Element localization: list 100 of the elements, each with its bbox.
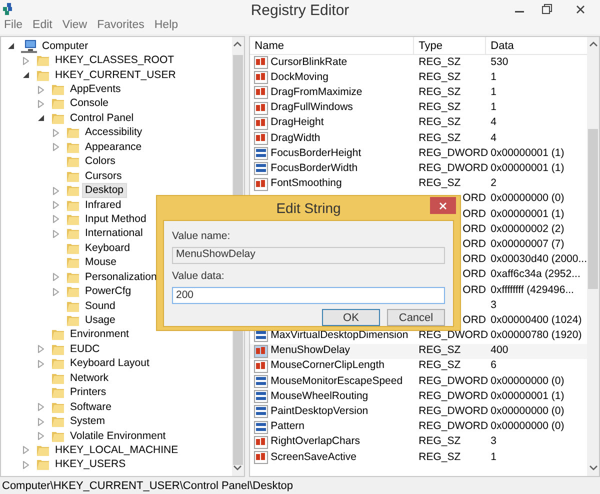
table-cell: 0x00000007 (7) (490, 238, 564, 250)
tree-item[interactable]: Console (67, 96, 112, 112)
expand-arrow-icon[interactable] (38, 345, 44, 354)
value-row[interactable]: FocusBorderHeight REG_DWORD 0x00000001 (1) (250, 146, 587, 162)
tree-item[interactable]: System (67, 414, 108, 430)
tree-item[interactable]: HKEY_USERS (52, 457, 129, 472)
expand-arrow-icon[interactable] (53, 128, 59, 137)
value-row[interactable]: FontSmoothing REG_SZ 2 (250, 176, 587, 192)
tree-item[interactable]: Control Panel (67, 110, 137, 126)
table-cell: REG_DWORD (418, 390, 488, 402)
tree-item[interactable]: Network (67, 370, 112, 386)
folder-icon (36, 54, 50, 68)
tree-item[interactable]: Colors (82, 154, 118, 170)
column-header[interactable]: Type (414, 37, 486, 54)
expand-arrow-icon[interactable] (53, 273, 59, 282)
table-cell: ORD (462, 192, 486, 204)
tree-item[interactable]: Sound (82, 298, 118, 314)
table-cell: ORD (462, 238, 486, 250)
dialog-button[interactable]: Cancel (387, 308, 445, 326)
tree-item[interactable]: Computer (39, 38, 92, 54)
tree-item[interactable]: International (82, 226, 146, 242)
column-header[interactable]: Data (486, 37, 587, 54)
tree-item[interactable]: Usage (82, 313, 118, 328)
tree-item[interactable]: Mouse (82, 255, 120, 270)
expand-arrow-icon[interactable] (53, 201, 59, 210)
value-row[interactable]: DragHeight REG_SZ 4 (250, 116, 587, 131)
expand-arrow-icon[interactable] (38, 403, 44, 412)
tree-item[interactable]: AppEvents (67, 82, 124, 98)
folder-icon (51, 83, 65, 96)
value-row[interactable]: ScreenSaveActive REG_SZ 1 (250, 450, 587, 466)
tree-item[interactable]: Desktop (82, 183, 127, 198)
scrollbar-thumb[interactable] (588, 129, 598, 289)
value-row[interactable]: PaintDesktopVersion REG_DWORD 0x00000000 (0) (250, 404, 587, 420)
expand-arrow-icon[interactable] (53, 186, 59, 195)
expand-arrow-icon[interactable] (38, 360, 44, 368)
tree-item[interactable]: Personalization (82, 270, 160, 285)
tree-item[interactable]: EUDC (67, 342, 103, 357)
menu-item[interactable]: Favorites (97, 17, 144, 35)
value-row[interactable]: DragFullWindows REG_SZ 1 (250, 100, 587, 116)
tree-item[interactable]: Input Method (82, 212, 150, 227)
value-row[interactable]: Pattern REG_DWORD 0x00000000 (0) (250, 420, 587, 435)
minimize-icon (515, 11, 524, 13)
table-cell-text: DragFromMaximize (270, 85, 362, 100)
tree-item[interactable]: Accessibility (82, 125, 146, 140)
tree-item[interactable]: Infrared (82, 198, 124, 213)
table-cell: 1 (490, 70, 496, 83)
tree-item[interactable]: Keyboard (82, 240, 133, 256)
menu-item[interactable]: Edit (32, 17, 52, 35)
tree-item[interactable]: Software (67, 400, 114, 415)
tree-item[interactable]: HKEY_CURRENT_USER (52, 68, 179, 83)
scrollbar[interactable] (587, 37, 599, 476)
menu-item[interactable]: File (4, 17, 23, 35)
table-cell: REG_DWORD (418, 146, 488, 159)
expand-arrow-icon[interactable] (23, 446, 29, 454)
computer-icon (21, 39, 37, 54)
value-row[interactable]: DockMoving REG_SZ 1 (250, 70, 587, 86)
collapse-arrow-icon[interactable] (8, 43, 14, 50)
tree-item[interactable]: Appearance (82, 140, 145, 155)
collapse-arrow-icon[interactable] (38, 115, 44, 122)
value-row[interactable]: CursorBlinkRate REG_SZ 530 (250, 55, 587, 70)
expand-arrow-icon[interactable] (38, 418, 44, 426)
value-row[interactable]: DragFromMaximize REG_SZ 1 (250, 85, 587, 101)
dialog-button[interactable]: OK (322, 308, 380, 326)
menu-item[interactable]: View (62, 17, 88, 35)
folder-icon (51, 328, 65, 342)
value-row[interactable]: MouseMonitorEscapeSpeed REG_DWORD 0x00000000 (0) (250, 374, 587, 390)
expand-arrow-icon[interactable] (38, 432, 44, 440)
close-button[interactable] (430, 197, 456, 214)
expand-arrow-icon[interactable] (53, 143, 59, 152)
tree-item[interactable]: HKEY_LOCAL_MACHINE (52, 442, 182, 458)
value-row[interactable]: DragWidth REG_SZ 4 (250, 130, 587, 146)
table-cell: 0x00000000 (0) (490, 405, 564, 418)
tree-item[interactable]: Volatile Environment (67, 428, 169, 444)
expand-arrow-icon[interactable] (53, 288, 59, 296)
input-field[interactable]: MenuShowDelay (172, 246, 445, 264)
value-row[interactable]: MenuShowDelay REG_SZ 400 (250, 344, 587, 359)
expand-arrow-icon[interactable] (23, 460, 29, 469)
tree-item[interactable]: PowerCfg (82, 284, 134, 300)
expand-arrow-icon[interactable] (23, 56, 29, 65)
folder-icon (51, 415, 65, 428)
value-row[interactable]: MouseCornerClipLength REG_SZ 6 (250, 358, 587, 374)
value-row[interactable]: FocusBorderWidth REG_DWORD 0x00000001 (1) (250, 161, 587, 176)
value-row[interactable]: RightOverlapChars REG_SZ 3 (250, 434, 587, 450)
collapse-arrow-icon[interactable] (23, 72, 29, 78)
tree-item[interactable]: Cursors (82, 168, 125, 184)
menu-item[interactable]: Help (154, 17, 178, 35)
expand-arrow-icon[interactable] (38, 86, 44, 94)
folder-icon (36, 458, 50, 472)
input-field[interactable]: 200 (172, 286, 445, 304)
tree-item[interactable]: HKEY_CLASSES_ROOT (52, 53, 178, 68)
column-header[interactable]: Name (250, 37, 414, 54)
tree-item[interactable]: Keyboard Layout (67, 356, 152, 372)
value-row[interactable]: MouseWheelRouting REG_DWORD 0x00000001 (1) (250, 389, 587, 404)
table-cell-text: MenuShowDelay (270, 343, 350, 358)
tree-item[interactable]: Environment (67, 327, 132, 342)
table-cell: 0xffffffff (429496... (490, 284, 574, 296)
tree-item[interactable]: Printers (67, 385, 110, 400)
expand-arrow-icon[interactable] (53, 215, 59, 224)
expand-arrow-icon[interactable] (53, 230, 59, 238)
expand-arrow-icon[interactable] (38, 100, 44, 108)
